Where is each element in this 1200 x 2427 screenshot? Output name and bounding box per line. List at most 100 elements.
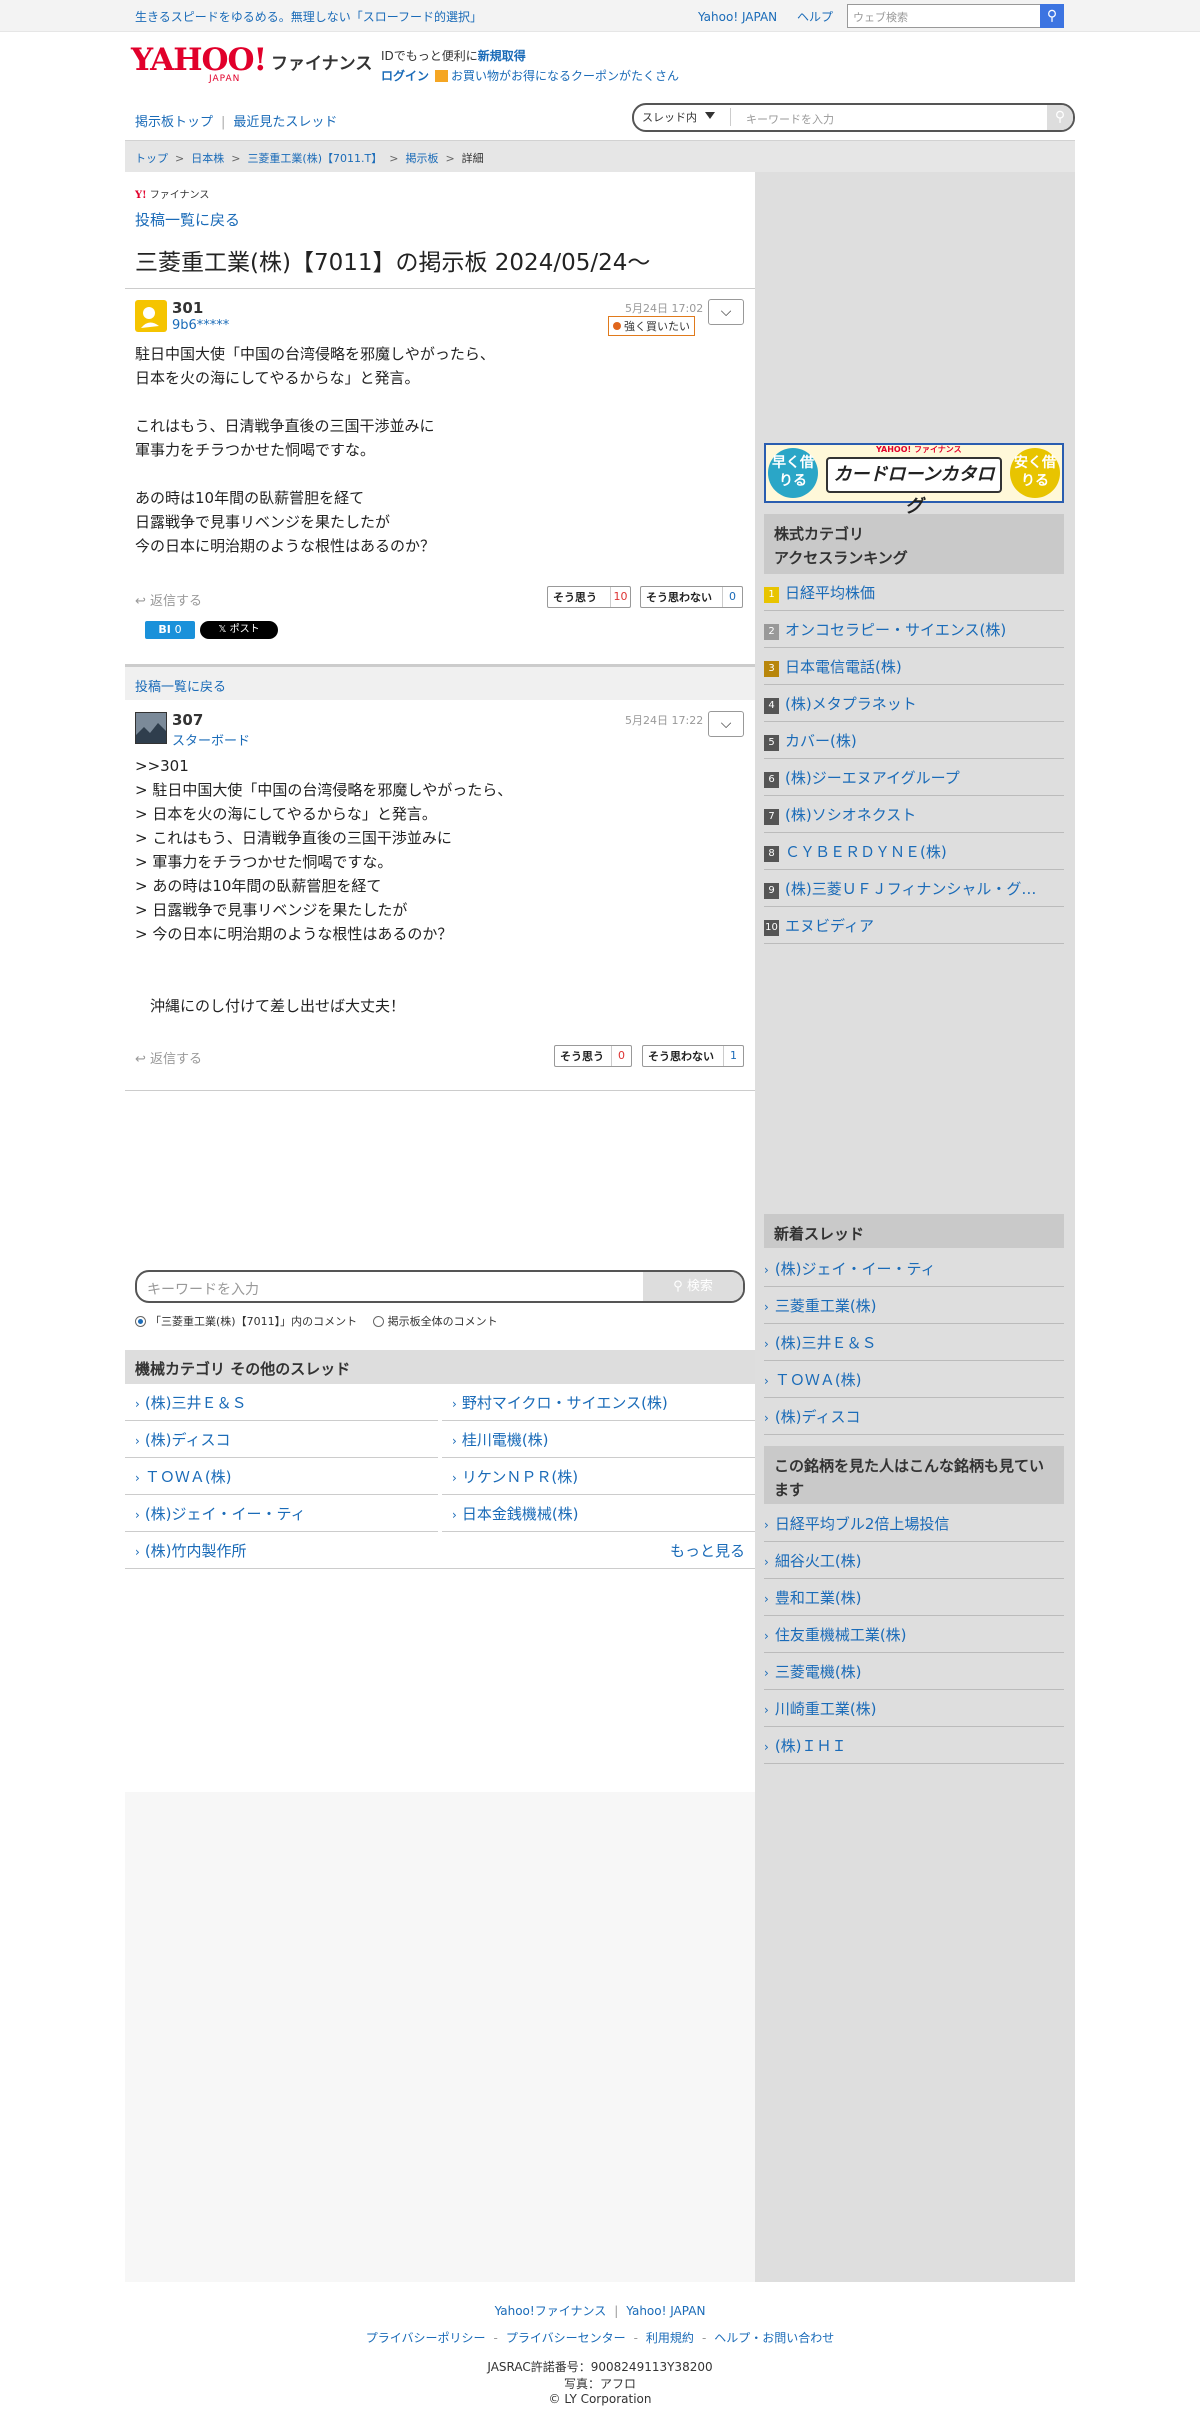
also-viewed-link[interactable]: 豊和工業(株) [764, 1579, 1064, 1616]
board-top-link[interactable]: 掲示板トップ [135, 115, 213, 130]
footer-finance-link[interactable]: Yahoo!ファイナンス [495, 2304, 607, 2318]
category-thread-link[interactable]: 桂川電機(株) [442, 1421, 755, 1458]
breadcrumb-top[interactable]: トップ [135, 152, 168, 165]
post-body: >>301 > 駐日中国大使「中国の台湾侵略を邪魔しやがったら、 > 日本を火の… [135, 757, 513, 1015]
post-user[interactable]: スターボード [172, 730, 250, 749]
rank-number: 3 [764, 661, 779, 677]
ranking-item[interactable]: 6 (株)ジーエヌアイグループ [764, 759, 1064, 796]
board-subnav: 掲示板トップ | 最近見たスレッド [135, 115, 338, 130]
help-contact-link[interactable]: ヘルプ・お問い合わせ [714, 2331, 834, 2345]
id-promo-text: IDでもっと便利に [381, 49, 478, 63]
ranking-item[interactable]: 4 (株)メタプラネット [764, 685, 1064, 722]
breadcrumb-stock[interactable]: 三菱重工業(株)【7011.T】 [247, 152, 382, 165]
agree-button[interactable]: そう思う 10 [547, 586, 631, 608]
also-viewed-link[interactable]: 住友重機械工業(株) [764, 1616, 1064, 1653]
category-thread-link[interactable]: (株)ジェイ・イー・ティ [125, 1495, 438, 1532]
post-user[interactable]: 9b6***** [172, 318, 229, 333]
user-avatar[interactable] [135, 300, 167, 332]
new-thread-link[interactable]: (株)ジェイ・イー・ティ [764, 1250, 1064, 1287]
yahoo-finance-logo[interactable]: YAHOO! JAPAN ファイナンス [131, 42, 372, 85]
chevron-down-icon: ⌵ [720, 716, 732, 732]
also-viewed-link[interactable]: 細谷火工(株) [764, 1542, 1064, 1579]
ranking-item[interactable]: 2 オンコセラピー・サイエンス(株) [764, 611, 1064, 648]
privacy-policy-link[interactable]: プライバシーポリシー [366, 2331, 486, 2345]
ranking-item[interactable]: 5 カバー(株) [764, 722, 1064, 759]
disagree-button[interactable]: そう思わない 0 [640, 586, 743, 608]
top-links: Yahoo! JAPAN ヘルプ [698, 8, 849, 25]
post-number[interactable]: 307 [172, 711, 203, 729]
ranking-item[interactable]: 7 (株)ソシオネクスト [764, 796, 1064, 833]
breadcrumb: トップ > 日本株 > 三菱重工業(株)【7011.T】 > 掲示板 > 詳細 [125, 140, 1075, 172]
new-thread-link[interactable]: 三菱重工業(株) [764, 1287, 1064, 1324]
category-heading: 機械カテゴリ その他のスレッド [125, 1350, 755, 1384]
ranking-item[interactable]: 1 日経平均株価 [764, 574, 1064, 611]
also-viewed-link[interactable]: 川崎重工業(株) [764, 1690, 1064, 1727]
footer-yahoo-link[interactable]: Yahoo! JAPAN [626, 2304, 705, 2318]
yahoo-japan-link[interactable]: Yahoo! JAPAN [698, 10, 777, 24]
reply-icon: ↩ [135, 1052, 146, 1067]
back-to-list-bar[interactable]: 投稿一覧に戻る [125, 664, 755, 700]
also-viewed-link[interactable]: (株)ＩＨＩ [764, 1727, 1064, 1764]
ranking-item[interactable]: 8 ＣＹＢＥＲＤＹＮＥ(株) [764, 833, 1064, 870]
thread-search-button[interactable]: ⚲ [1047, 105, 1073, 130]
comment-search-input[interactable]: キーワードを入力 [147, 1279, 259, 1299]
new-threads-heading: 新着スレッド [764, 1214, 1064, 1248]
page-title: 三菱重工業(株)【7011】の掲示板 2024/05/24〜 [135, 250, 651, 276]
search-scope-select[interactable]: スレッド内 [642, 109, 715, 125]
post-menu-button[interactable]: ⌵ [708, 711, 744, 737]
terms-link[interactable]: 利用規約 [646, 2331, 694, 2345]
back-to-list-link[interactable]: 投稿一覧に戻る [135, 680, 226, 695]
copyright: © LY Corporation [548, 2392, 652, 2406]
back-to-list-link[interactable]: 投稿一覧に戻る [135, 209, 240, 230]
thread-search-input[interactable]: キーワードを入力 [746, 111, 834, 127]
category-thread-link[interactable]: リケンＮＰＲ(株) [442, 1458, 755, 1495]
post-307: 307 スターボード 5月24日 17:22 ⌵ >>301 > 駐日中国大使「… [125, 700, 755, 1090]
comment-search-button[interactable]: ⚲ 検索 [643, 1272, 743, 1301]
rank-number: 4 [764, 698, 779, 714]
more-link[interactable]: もっと見る [670, 1540, 745, 1561]
ranking-item[interactable]: 9 (株)三菱ＵＦＪフィナンシャル・グ… [764, 870, 1064, 907]
radio-all[interactable] [372, 1316, 384, 1327]
reply-button[interactable]: ↩ 返信する [135, 590, 202, 609]
agree-count: 10 [610, 587, 630, 607]
coupon-link[interactable]: お買い物がお得になるクーポンがたくさん [451, 69, 679, 83]
breadcrumb-jp-stocks[interactable]: 日本株 [191, 152, 224, 165]
category-thread-link[interactable]: (株)三井Ｅ＆Ｓ [125, 1384, 438, 1421]
category-thread-link[interactable]: (株)竹内製作所もっと見る [125, 1532, 755, 1569]
category-thread-link[interactable]: ＴＯＷＡ(株) [125, 1458, 438, 1495]
category-thread-link[interactable]: 日本金銭機械(株) [442, 1495, 755, 1532]
post-number[interactable]: 301 [172, 299, 203, 317]
footer: Yahoo!ファイナンス | Yahoo! JAPAN プライバシーポリシー - プライ… [0, 2290, 1200, 2406]
radio-thread[interactable] [135, 1316, 146, 1327]
web-search-button[interactable]: ⚲ [1040, 4, 1064, 28]
recent-threads-link[interactable]: 最近見たスレッド [233, 115, 337, 130]
promo-slogan-link[interactable]: 生きるスピードをゆるめる。無理しない「スローフード的選択」 [135, 8, 482, 25]
new-thread-link[interactable]: (株)ディスコ [764, 1398, 1064, 1435]
privacy-center-link[interactable]: プライバシーセンター [506, 2331, 626, 2345]
also-viewed-link[interactable]: 三菱電機(株) [764, 1653, 1064, 1690]
radio-all-label: 掲示板全体のコメント [387, 1315, 498, 1328]
reply-button[interactable]: ↩ 返信する [135, 1048, 202, 1067]
breadcrumb-board[interactable]: 掲示板 [405, 152, 438, 165]
help-link[interactable]: ヘルプ [797, 10, 833, 24]
signup-link[interactable]: 新規取得 [478, 49, 526, 63]
x-post-button[interactable]: 𝕏 ポスト [200, 621, 278, 639]
agree-button[interactable]: そう思う 0 [554, 1045, 632, 1067]
new-thread-link[interactable]: ＴＯＷＡ(株) [764, 1361, 1064, 1398]
web-search-input[interactable]: ウェブ検索 [847, 4, 1041, 28]
user-avatar[interactable] [135, 712, 167, 744]
category-thread-link[interactable]: (株)ディスコ [125, 1421, 438, 1458]
cardloan-ad-banner[interactable]: 早く借りる カードローンカタログ YAHOO! ファイナンス 安く借りる [764, 443, 1064, 517]
new-thread-link[interactable]: (株)三井Ｅ＆Ｓ [764, 1324, 1064, 1361]
logo-wordmark: YAHOO! [131, 42, 267, 78]
disagree-count: 1 [723, 1046, 743, 1066]
ranking-item[interactable]: 3 日本電信電話(株) [764, 648, 1064, 685]
login-link[interactable]: ログイン [381, 69, 429, 83]
disagree-button[interactable]: そう思わない 1 [642, 1045, 744, 1067]
rank-number: 6 [764, 772, 779, 788]
bi-share-button[interactable]: BI 0 [145, 621, 195, 639]
ranking-item[interactable]: 10 エヌビディア [764, 907, 1064, 944]
category-thread-link[interactable]: 野村マイクロ・サイエンス(株) [442, 1384, 755, 1421]
also-viewed-link[interactable]: 日経平均ブル2倍上場投信 [764, 1505, 1064, 1542]
post-menu-button[interactable]: ⌵ [708, 299, 744, 325]
